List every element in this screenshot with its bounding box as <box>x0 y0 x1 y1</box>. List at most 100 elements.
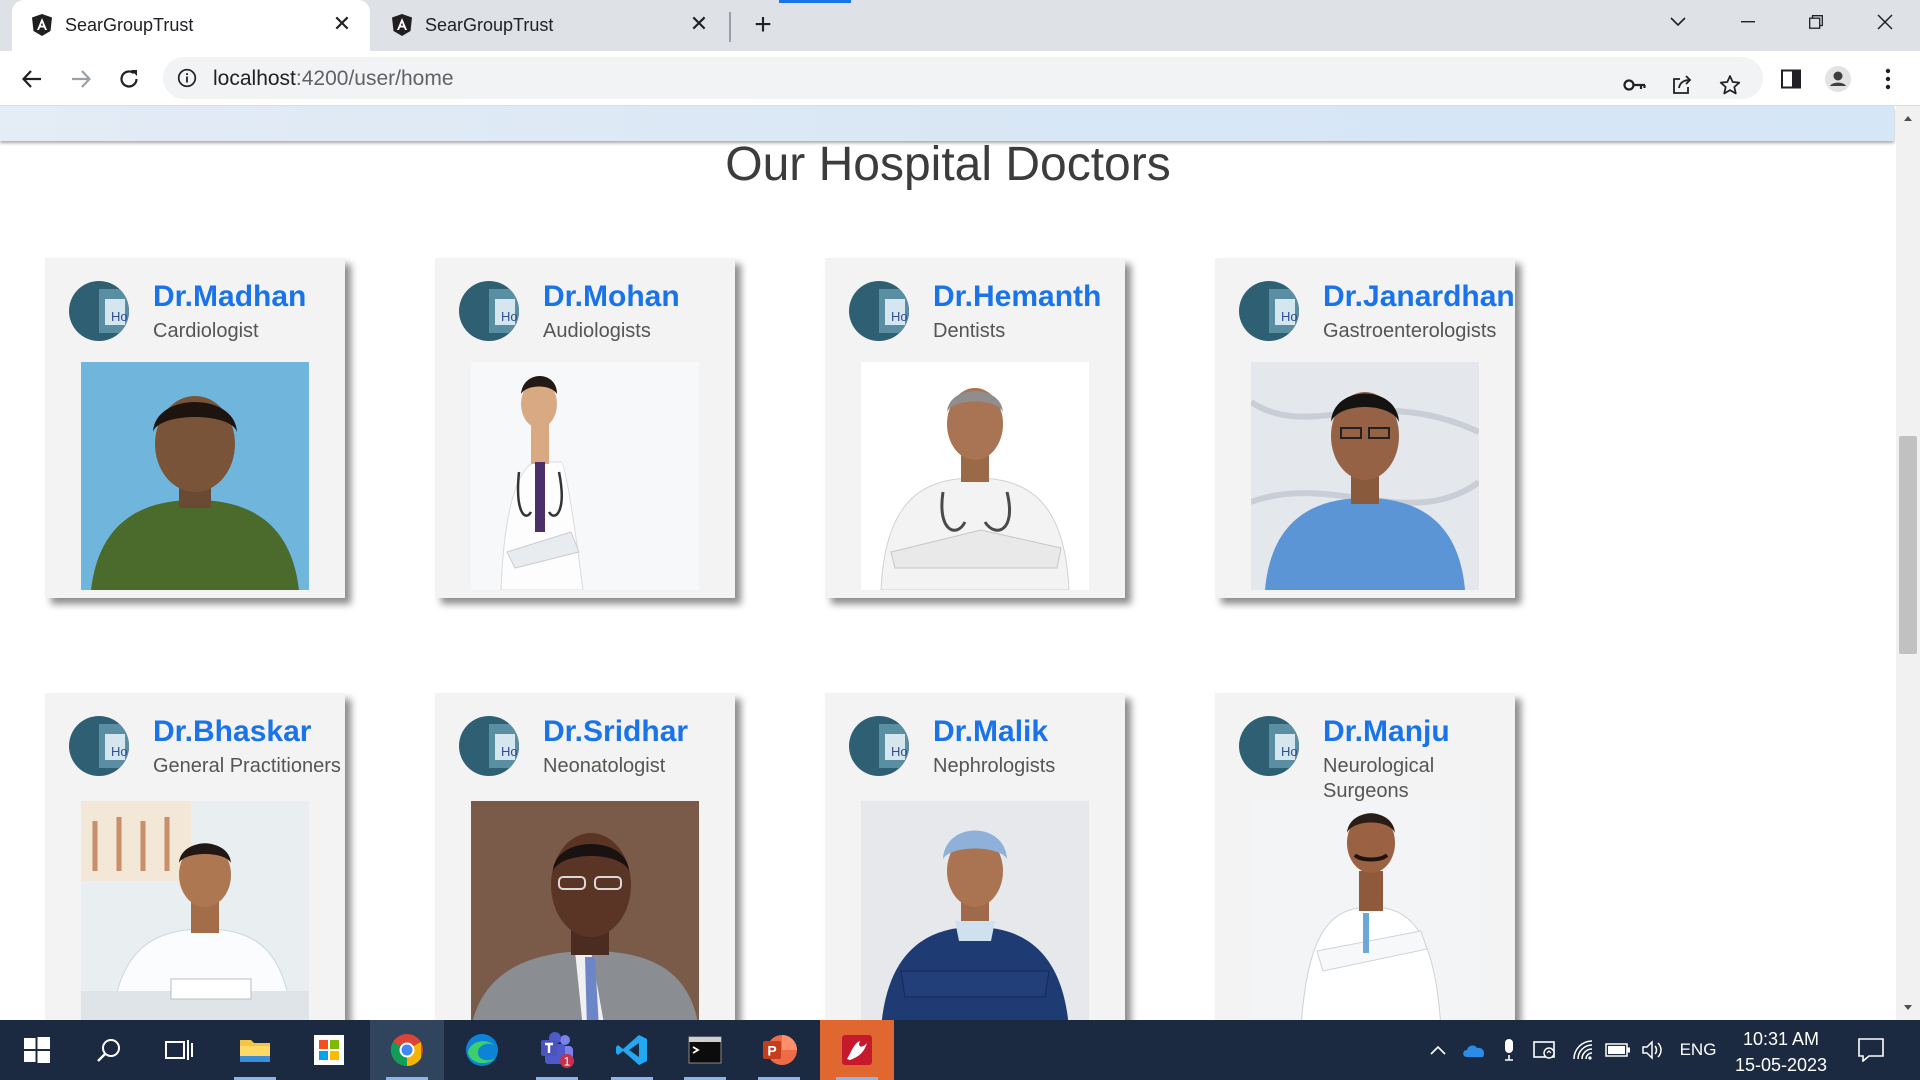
language-indicator[interactable]: ENG <box>1672 1020 1724 1080</box>
star-icon <box>1719 75 1741 95</box>
taskbar-remote-app[interactable] <box>820 1020 894 1080</box>
file-explorer-icon <box>240 1040 270 1062</box>
doctor-name[interactable]: Dr.Janardhan <box>1323 280 1515 314</box>
chevron-up-icon <box>1430 1045 1446 1055</box>
hospital-avatar: Hosp <box>1239 716 1299 776</box>
wifi-icon <box>1573 1040 1593 1060</box>
avatar-label: Hosp <box>111 744 129 759</box>
url-text[interactable]: localhost:4200/user/home <box>213 67 454 91</box>
bookmark-button[interactable] <box>1715 70 1745 100</box>
display-sync-icon <box>1533 1041 1555 1059</box>
doctor-photo <box>861 362 1089 590</box>
taskbar-search-button[interactable] <box>72 1020 146 1080</box>
windows-start-icon <box>24 1037 50 1063</box>
doctor-photo <box>471 801 699 1020</box>
close-icon <box>1877 14 1893 30</box>
start-button[interactable] <box>0 1020 74 1080</box>
doctor-card[interactable]: Hosp Dr.Malik Nephrologists <box>825 693 1125 1020</box>
doctor-specialty: Gastroenterologists <box>1323 320 1497 342</box>
hospital-avatar: Hosp <box>69 281 129 341</box>
avatar-label: Hosp <box>1281 744 1299 759</box>
address-bar[interactable]: localhost:4200/user/home <box>163 57 1763 99</box>
doctor-specialty: General Practitioners <box>153 755 341 777</box>
doctor-card[interactable]: Hosp Dr.Janardhan Gastroenterologists <box>1215 258 1515 598</box>
avatar-label: Hosp <box>111 309 129 324</box>
browser-tab-inactive[interactable]: SearGroupTrust ✕ <box>372 0 727 51</box>
page-scrollbar[interactable] <box>1896 106 1920 1020</box>
avatar-label: Hosp <box>891 309 909 324</box>
doctor-card[interactable]: Hosp Dr.Manju Neurological Surgeons <box>1215 693 1515 1020</box>
doctor-name[interactable]: Dr.Hemanth <box>933 280 1101 314</box>
kebab-menu-icon <box>1885 68 1891 90</box>
forward-arrow-icon <box>72 70 92 88</box>
doctor-name[interactable]: Dr.Mohan <box>543 280 680 314</box>
restore-button[interactable] <box>1786 0 1846 44</box>
hospital-logo-image: Hosp <box>1239 716 1299 776</box>
taskbar-clock[interactable]: 10:31 AM 15-05-2023 <box>1722 1026 1840 1078</box>
browser-menu-button[interactable] <box>1873 64 1903 94</box>
doctor-photo <box>861 801 1089 1020</box>
reload-button[interactable] <box>114 64 144 94</box>
chevron-down-icon <box>1670 17 1686 27</box>
hospital-avatar: Hosp <box>459 716 519 776</box>
side-panel-button[interactable] <box>1776 64 1806 94</box>
taskbar-teams[interactable]: 1 <box>520 1020 594 1080</box>
doctor-name[interactable]: Dr.Sridhar <box>543 715 688 749</box>
password-key-button[interactable] <box>1620 70 1650 100</box>
taskbar-chrome[interactable] <box>370 1020 444 1080</box>
browser-tab-active[interactable]: SearGroupTrust ✕ <box>12 0 370 51</box>
doctor-specialty: Cardiologist <box>153 320 259 342</box>
scrollbar-thumb[interactable] <box>1899 436 1917 654</box>
display-tray-button[interactable] <box>1530 1020 1560 1080</box>
doctor-card[interactable]: Hosp Dr.Sridhar Neonatologist <box>435 693 735 1020</box>
close-window-button[interactable] <box>1855 0 1915 44</box>
doctor-card[interactable]: Hosp Dr.Hemanth Dentists <box>825 258 1125 598</box>
microphone-tray-button[interactable] <box>1496 1020 1522 1080</box>
notifications-button[interactable] <box>1850 1020 1892 1080</box>
new-tab-button[interactable]: + <box>748 10 778 41</box>
hospital-logo-image: Hosp <box>69 716 129 776</box>
forward-button[interactable] <box>66 64 96 94</box>
doctor-card[interactable]: Hosp Dr.Madhan Cardiologist <box>45 258 345 598</box>
info-icon[interactable] <box>177 68 197 88</box>
doctor-name[interactable]: Dr.Bhaskar <box>153 715 311 749</box>
share-button[interactable] <box>1667 70 1697 100</box>
hospital-logo-image: Hosp <box>849 716 909 776</box>
profile-button[interactable] <box>1823 64 1853 94</box>
doctor-card[interactable]: Hosp Dr.Mohan Audiologists <box>435 258 735 598</box>
hospital-logo-image: Hosp <box>69 281 129 341</box>
minimize-button[interactable] <box>1718 0 1778 44</box>
hospital-logo-image: Hosp <box>849 281 909 341</box>
show-hidden-icons-button[interactable] <box>1425 1020 1451 1080</box>
onedrive-tray-button[interactable] <box>1458 1020 1490 1080</box>
doctor-name[interactable]: Dr.Manju <box>1323 715 1450 749</box>
back-button[interactable] <box>17 64 47 94</box>
avatar-label: Hosp <box>501 309 519 324</box>
tab-close-icon[interactable]: ✕ <box>330 11 354 36</box>
doctor-name[interactable]: Dr.Malik <box>933 715 1048 749</box>
taskbar-file-explorer[interactable] <box>218 1020 292 1080</box>
doctor-specialty: Neurological Surgeons <box>1323 755 1435 802</box>
doctor-card[interactable]: Hosp Dr.Bhaskar General Practitioners <box>45 693 345 1020</box>
taskbar-edge[interactable] <box>445 1020 519 1080</box>
tab-title: SearGroupTrust <box>425 15 554 35</box>
scroll-down-arrow-icon[interactable] <box>1902 1002 1914 1014</box>
hospital-logo-image: Hosp <box>459 716 519 776</box>
tab-search-button[interactable] <box>1648 0 1708 44</box>
hospital-avatar: Hosp <box>849 716 909 776</box>
taskbar-terminal[interactable] <box>668 1020 742 1080</box>
taskbar-vscode[interactable] <box>595 1020 669 1080</box>
doctor-specialty: Audiologists <box>543 320 651 342</box>
vscode-icon <box>616 1035 647 1065</box>
tab-strip: SearGroupTrust ✕ SearGroupTrust ✕ + <box>0 0 1920 51</box>
tab-close-icon[interactable]: ✕ <box>687 11 711 36</box>
scroll-up-arrow-icon[interactable] <box>1902 112 1914 124</box>
volume-tray-button[interactable] <box>1638 1020 1668 1080</box>
taskbar-powerpoint[interactable]: P <box>742 1020 816 1080</box>
battery-tray-button[interactable] <box>1602 1020 1634 1080</box>
taskbar-microsoft-store[interactable] <box>292 1020 366 1080</box>
hospital-avatar: Hosp <box>69 716 129 776</box>
wifi-tray-button[interactable] <box>1568 1020 1598 1080</box>
task-view-button[interactable] <box>142 1020 216 1080</box>
doctor-name[interactable]: Dr.Madhan <box>153 280 306 314</box>
